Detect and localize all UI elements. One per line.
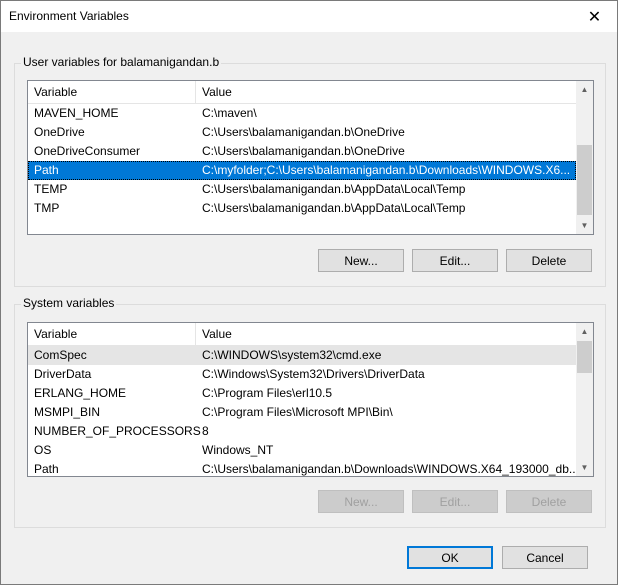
system-new-button[interactable]: New... [318,490,404,513]
user-variables-rows: MAVEN_HOME C:\maven\ OneDrive C:\Users\b… [28,104,576,218]
system-variables-group-label: System variables [21,296,117,310]
variable-value: C:\maven\ [202,106,257,120]
variable-name: DriverData [34,367,92,381]
ok-button-label: OK [441,550,459,565]
list-item[interactable]: Path C:\Users\balamanigandan.b\Downloads… [28,460,576,476]
variable-name: Path [34,462,59,476]
variable-value: C:\Program Files\erl10.5 [202,386,333,400]
list-item[interactable]: OneDriveConsumer C:\Users\balamanigandan… [28,142,576,161]
list-item[interactable]: MAVEN_HOME C:\maven\ [28,104,576,123]
variable-value: C:\Users\balamanigandan.b\AppData\Local\… [202,201,466,215]
list-item[interactable]: ERLANG_HOME C:\Program Files\erl10.5 [28,384,576,403]
column-header-value[interactable]: Value [196,81,576,103]
variable-value: C:\Windows\System32\Drivers\DriverData [202,367,425,381]
system-edit-button-label: Edit... [439,494,471,509]
user-edit-button[interactable]: Edit... [412,249,498,272]
user-variables-group-label: User variables for balamanigandan.b [21,55,222,69]
variable-value: C:\WINDOWS\system32\cmd.exe [202,348,382,362]
column-header-variable[interactable]: Variable [28,81,196,103]
column-header-variable[interactable]: Variable [28,323,196,345]
close-icon[interactable]: ✕ [572,1,617,32]
user-variables-list[interactable]: Variable Value MAVEN_HOME C:\maven\ OneD… [27,80,594,235]
variable-name: MSMPI_BIN [34,405,101,419]
list-item[interactable]: MSMPI_BIN C:\Program Files\Microsoft MPI… [28,403,576,422]
system-variables-scrollbar[interactable]: ▲ ▼ [576,323,593,476]
environment-variables-dialog: Environment Variables ✕ User variables f… [0,0,618,585]
system-variables-list[interactable]: Variable Value ComSpec C:\WINDOWS\system… [27,322,594,477]
title-bar: Environment Variables ✕ [1,1,617,32]
system-delete-button[interactable]: Delete [506,490,592,513]
variable-name: ComSpec [34,348,87,362]
variable-name: NUMBER_OF_PROCESSORS [34,424,201,438]
variable-value: C:\Users\balamanigandan.b\OneDrive [202,144,405,158]
variable-value: C:\Program Files\Microsoft MPI\Bin\ [202,405,393,419]
list-item[interactable]: TEMP C:\Users\balamanigandan.b\AppData\L… [28,180,576,199]
variable-value: C:\myfolder;C:\Users\balamanigandan.b\Do… [202,163,571,177]
system-variables-header: Variable Value [28,323,576,346]
variable-name: MAVEN_HOME [34,106,119,120]
list-item[interactable]: OneDrive C:\Users\balamanigandan.b\OneDr… [28,123,576,142]
variable-name: OS [34,443,52,457]
variable-value: Windows_NT [202,443,274,457]
cancel-button-label: Cancel [526,550,564,565]
variable-name: OneDriveConsumer [34,144,141,158]
list-item[interactable]: ComSpec C:\WINDOWS\system32\cmd.exe [28,346,576,365]
user-edit-button-label: Edit... [439,253,471,268]
user-variables-header: Variable Value [28,81,576,104]
variable-name: OneDrive [34,125,85,139]
cancel-button[interactable]: Cancel [502,546,588,569]
system-delete-button-label: Delete [531,494,567,509]
scrollbar-thumb[interactable] [577,341,592,373]
user-new-button-label: New... [344,253,378,268]
list-item[interactable]: DriverData C:\Windows\System32\Drivers\D… [28,365,576,384]
scrollbar-thumb[interactable] [577,145,592,215]
chevron-down-icon[interactable]: ▼ [576,217,593,234]
system-edit-button[interactable]: Edit... [412,490,498,513]
system-new-button-label: New... [344,494,378,509]
variable-name: TEMP [34,182,68,196]
variable-value: C:\Users\balamanigandan.b\AppData\Local\… [202,182,466,196]
chevron-down-icon[interactable]: ▼ [576,459,593,476]
chevron-up-icon[interactable]: ▲ [576,323,593,340]
list-item[interactable]: NUMBER_OF_PROCESSORS 8 [28,422,576,441]
variable-value: 8 [202,424,209,438]
user-delete-button-label: Delete [531,253,567,268]
chevron-up-icon[interactable]: ▲ [576,81,593,98]
user-delete-button[interactable]: Delete [506,249,592,272]
variable-value: C:\Users\balamanigandan.b\OneDrive [202,125,405,139]
variable-name: ERLANG_HOME [34,386,127,400]
list-item[interactable]: OS Windows_NT [28,441,576,460]
window-title: Environment Variables [9,9,129,23]
variable-name: TMP [34,201,60,215]
column-header-value[interactable]: Value [196,323,576,345]
variable-name: Path [34,163,59,177]
list-item[interactable]: TMP C:\Users\balamanigandan.b\AppData\Lo… [28,199,576,218]
ok-button[interactable]: OK [407,546,493,569]
variable-value: C:\Users\balamanigandan.b\Downloads\WIND… [202,462,576,476]
system-variables-rows: ComSpec C:\WINDOWS\system32\cmd.exe Driv… [28,346,576,476]
user-new-button[interactable]: New... [318,249,404,272]
list-item-selected[interactable]: Path C:\myfolder;C:\Users\balamanigandan… [28,161,576,180]
user-variables-scrollbar[interactable]: ▲ ▼ [576,81,593,234]
